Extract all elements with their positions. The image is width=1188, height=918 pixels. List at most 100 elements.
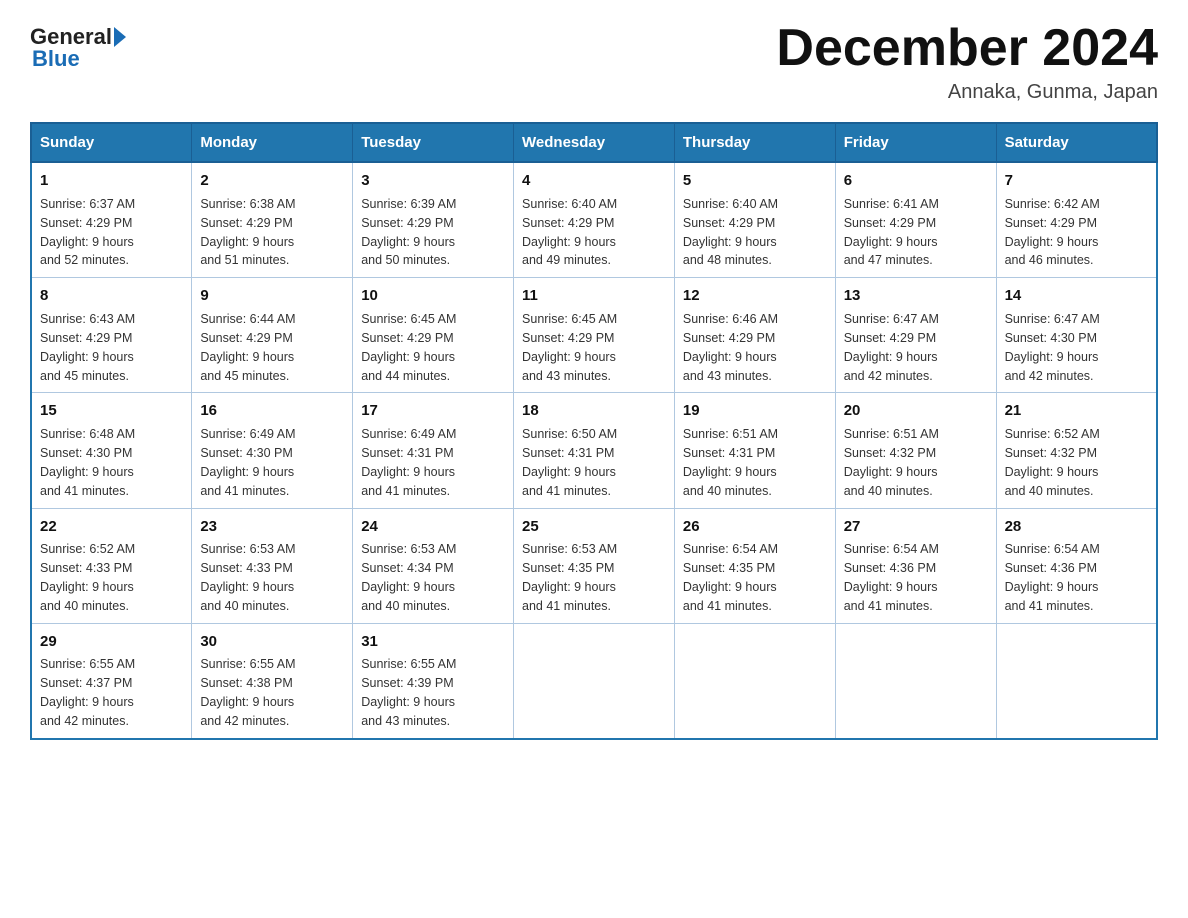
calendar-cell: 13 Sunrise: 6:47 AMSunset: 4:29 PMDaylig…: [835, 278, 996, 393]
day-info: Sunrise: 6:53 AMSunset: 4:35 PMDaylight:…: [522, 542, 617, 613]
calendar-header-row: SundayMondayTuesdayWednesdayThursdayFrid…: [31, 123, 1157, 162]
calendar-cell: 7 Sunrise: 6:42 AMSunset: 4:29 PMDayligh…: [996, 162, 1157, 278]
calendar-cell: 30 Sunrise: 6:55 AMSunset: 4:38 PMDaylig…: [192, 623, 353, 739]
day-info: Sunrise: 6:55 AMSunset: 4:39 PMDaylight:…: [361, 657, 456, 728]
calendar-cell: 24 Sunrise: 6:53 AMSunset: 4:34 PMDaylig…: [353, 508, 514, 623]
day-info: Sunrise: 6:51 AMSunset: 4:31 PMDaylight:…: [683, 427, 778, 498]
calendar-cell: 3 Sunrise: 6:39 AMSunset: 4:29 PMDayligh…: [353, 162, 514, 278]
calendar-cell: 22 Sunrise: 6:52 AMSunset: 4:33 PMDaylig…: [31, 508, 192, 623]
day-number: 16: [200, 400, 344, 422]
day-info: Sunrise: 6:45 AMSunset: 4:29 PMDaylight:…: [522, 312, 617, 383]
day-number: 27: [844, 516, 988, 538]
calendar-cell: 5 Sunrise: 6:40 AMSunset: 4:29 PMDayligh…: [674, 162, 835, 278]
day-info: Sunrise: 6:47 AMSunset: 4:29 PMDaylight:…: [844, 312, 939, 383]
calendar-cell: 12 Sunrise: 6:46 AMSunset: 4:29 PMDaylig…: [674, 278, 835, 393]
calendar-cell: 29 Sunrise: 6:55 AMSunset: 4:37 PMDaylig…: [31, 623, 192, 739]
day-number: 5: [683, 170, 827, 192]
day-info: Sunrise: 6:54 AMSunset: 4:35 PMDaylight:…: [683, 542, 778, 613]
calendar-cell: 8 Sunrise: 6:43 AMSunset: 4:29 PMDayligh…: [31, 278, 192, 393]
day-number: 3: [361, 170, 505, 192]
calendar-cell: 27 Sunrise: 6:54 AMSunset: 4:36 PMDaylig…: [835, 508, 996, 623]
logo-sub-text: Blue: [32, 46, 80, 72]
day-number: 1: [40, 170, 183, 192]
day-info: Sunrise: 6:47 AMSunset: 4:30 PMDaylight:…: [1005, 312, 1100, 383]
header-sunday: Sunday: [31, 123, 192, 162]
calendar-cell: 15 Sunrise: 6:48 AMSunset: 4:30 PMDaylig…: [31, 393, 192, 508]
logo: General Blue: [30, 24, 128, 72]
day-info: Sunrise: 6:54 AMSunset: 4:36 PMDaylight:…: [844, 542, 939, 613]
day-info: Sunrise: 6:45 AMSunset: 4:29 PMDaylight:…: [361, 312, 456, 383]
day-info: Sunrise: 6:54 AMSunset: 4:36 PMDaylight:…: [1005, 542, 1100, 613]
calendar-cell: 19 Sunrise: 6:51 AMSunset: 4:31 PMDaylig…: [674, 393, 835, 508]
day-info: Sunrise: 6:48 AMSunset: 4:30 PMDaylight:…: [40, 427, 135, 498]
day-info: Sunrise: 6:50 AMSunset: 4:31 PMDaylight:…: [522, 427, 617, 498]
day-info: Sunrise: 6:53 AMSunset: 4:34 PMDaylight:…: [361, 542, 456, 613]
day-info: Sunrise: 6:55 AMSunset: 4:38 PMDaylight:…: [200, 657, 295, 728]
calendar-week-2: 8 Sunrise: 6:43 AMSunset: 4:29 PMDayligh…: [31, 278, 1157, 393]
header-thursday: Thursday: [674, 123, 835, 162]
day-info: Sunrise: 6:52 AMSunset: 4:32 PMDaylight:…: [1005, 427, 1100, 498]
calendar-cell: 25 Sunrise: 6:53 AMSunset: 4:35 PMDaylig…: [514, 508, 675, 623]
day-number: 10: [361, 285, 505, 307]
day-number: 15: [40, 400, 183, 422]
day-info: Sunrise: 6:40 AMSunset: 4:29 PMDaylight:…: [522, 197, 617, 268]
day-number: 26: [683, 516, 827, 538]
day-info: Sunrise: 6:52 AMSunset: 4:33 PMDaylight:…: [40, 542, 135, 613]
logo-triangle-icon: [114, 27, 126, 47]
day-number: 23: [200, 516, 344, 538]
day-number: 30: [200, 631, 344, 653]
calendar-cell: 9 Sunrise: 6:44 AMSunset: 4:29 PMDayligh…: [192, 278, 353, 393]
calendar-cell: 16 Sunrise: 6:49 AMSunset: 4:30 PMDaylig…: [192, 393, 353, 508]
day-info: Sunrise: 6:55 AMSunset: 4:37 PMDaylight:…: [40, 657, 135, 728]
day-info: Sunrise: 6:49 AMSunset: 4:31 PMDaylight:…: [361, 427, 456, 498]
day-info: Sunrise: 6:37 AMSunset: 4:29 PMDaylight:…: [40, 197, 135, 268]
day-info: Sunrise: 6:43 AMSunset: 4:29 PMDaylight:…: [40, 312, 135, 383]
calendar-week-3: 15 Sunrise: 6:48 AMSunset: 4:30 PMDaylig…: [31, 393, 1157, 508]
calendar-cell: 14 Sunrise: 6:47 AMSunset: 4:30 PMDaylig…: [996, 278, 1157, 393]
header-monday: Monday: [192, 123, 353, 162]
day-number: 22: [40, 516, 183, 538]
day-number: 9: [200, 285, 344, 307]
day-number: 21: [1005, 400, 1148, 422]
day-number: 19: [683, 400, 827, 422]
day-number: 18: [522, 400, 666, 422]
calendar-cell: 26 Sunrise: 6:54 AMSunset: 4:35 PMDaylig…: [674, 508, 835, 623]
calendar-week-4: 22 Sunrise: 6:52 AMSunset: 4:33 PMDaylig…: [31, 508, 1157, 623]
day-info: Sunrise: 6:44 AMSunset: 4:29 PMDaylight:…: [200, 312, 295, 383]
day-number: 13: [844, 285, 988, 307]
day-info: Sunrise: 6:41 AMSunset: 4:29 PMDaylight:…: [844, 197, 939, 268]
day-number: 28: [1005, 516, 1148, 538]
day-number: 6: [844, 170, 988, 192]
day-number: 11: [522, 285, 666, 307]
header-saturday: Saturday: [996, 123, 1157, 162]
title-block: December 2024 Annaka, Gunma, Japan: [776, 20, 1158, 104]
day-number: 7: [1005, 170, 1148, 192]
day-number: 14: [1005, 285, 1148, 307]
header-friday: Friday: [835, 123, 996, 162]
calendar-cell: 17 Sunrise: 6:49 AMSunset: 4:31 PMDaylig…: [353, 393, 514, 508]
day-info: Sunrise: 6:42 AMSunset: 4:29 PMDaylight:…: [1005, 197, 1100, 268]
calendar-week-5: 29 Sunrise: 6:55 AMSunset: 4:37 PMDaylig…: [31, 623, 1157, 739]
header-tuesday: Tuesday: [353, 123, 514, 162]
calendar-cell: 28 Sunrise: 6:54 AMSunset: 4:36 PMDaylig…: [996, 508, 1157, 623]
day-info: Sunrise: 6:49 AMSunset: 4:30 PMDaylight:…: [200, 427, 295, 498]
day-info: Sunrise: 6:40 AMSunset: 4:29 PMDaylight:…: [683, 197, 778, 268]
day-number: 20: [844, 400, 988, 422]
day-number: 25: [522, 516, 666, 538]
calendar-week-1: 1 Sunrise: 6:37 AMSunset: 4:29 PMDayligh…: [31, 162, 1157, 278]
calendar-cell: 2 Sunrise: 6:38 AMSunset: 4:29 PMDayligh…: [192, 162, 353, 278]
calendar-cell: 11 Sunrise: 6:45 AMSunset: 4:29 PMDaylig…: [514, 278, 675, 393]
day-info: Sunrise: 6:38 AMSunset: 4:29 PMDaylight:…: [200, 197, 295, 268]
month-title: December 2024: [776, 20, 1158, 77]
day-number: 29: [40, 631, 183, 653]
calendar-cell: [835, 623, 996, 739]
calendar-cell: [996, 623, 1157, 739]
page-header: General Blue December 2024 Annaka, Gunma…: [30, 20, 1158, 104]
day-number: 12: [683, 285, 827, 307]
day-info: Sunrise: 6:51 AMSunset: 4:32 PMDaylight:…: [844, 427, 939, 498]
day-number: 17: [361, 400, 505, 422]
calendar-cell: 10 Sunrise: 6:45 AMSunset: 4:29 PMDaylig…: [353, 278, 514, 393]
calendar-cell: 21 Sunrise: 6:52 AMSunset: 4:32 PMDaylig…: [996, 393, 1157, 508]
day-number: 31: [361, 631, 505, 653]
header-wednesday: Wednesday: [514, 123, 675, 162]
